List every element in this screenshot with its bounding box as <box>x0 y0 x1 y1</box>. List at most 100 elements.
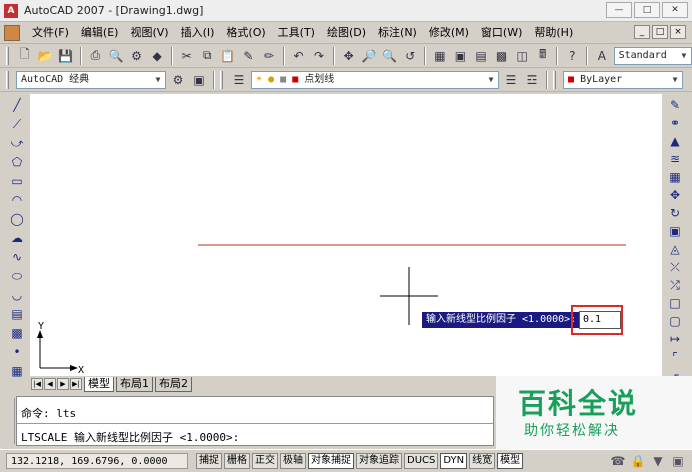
erase-icon[interactable]: ✎ <box>666 96 684 114</box>
layer-dropdown[interactable]: ☀ ● ■ ■ 点划线 ▼ <box>251 70 499 89</box>
help-icon[interactable]: ? <box>563 47 581 65</box>
text-style-icon[interactable]: A <box>593 47 611 65</box>
menu-format[interactable]: 格式(O) <box>220 23 271 43</box>
stretch-icon[interactable]: ◬ <box>666 240 684 258</box>
maximize-button[interactable]: □ <box>634 2 660 18</box>
plot-preview-icon[interactable]: 🔍 <box>107 47 125 65</box>
3d-dwf-icon[interactable]: ◆ <box>148 47 166 65</box>
make-layer-current-icon[interactable]: ☰ <box>502 71 520 89</box>
toolbar-grip[interactable] <box>220 70 223 89</box>
make-block-icon[interactable]: ▩ <box>8 324 26 342</box>
cut-icon[interactable]: ✂ <box>178 47 196 65</box>
point-icon[interactable]: • <box>8 343 26 361</box>
scale-icon[interactable]: ▣ <box>666 222 684 240</box>
trim-icon[interactable]: ⤫ <box>666 258 684 276</box>
menu-help[interactable]: 帮助(H) <box>528 23 579 43</box>
close-button[interactable]: ✕ <box>662 2 688 18</box>
insert-block-icon[interactable]: ▤ <box>8 305 26 323</box>
design-center-icon[interactable]: ▣ <box>452 47 470 65</box>
tab-model[interactable]: 模型 <box>84 376 114 392</box>
copy-icon[interactable]: ⧉ <box>198 47 216 65</box>
circle-icon[interactable]: ◯ <box>8 210 26 228</box>
clean-screen-icon[interactable]: ▣ <box>670 453 686 469</box>
join-icon[interactable]: ↦ <box>666 330 684 348</box>
calculator-icon[interactable]: 🖩 <box>534 47 552 65</box>
minimize-button[interactable]: — <box>606 2 632 18</box>
hatch-icon[interactable]: ▦ <box>8 362 26 380</box>
doc-restore-button[interactable]: □ <box>652 25 668 39</box>
plot-icon[interactable]: ⎙ <box>87 47 105 65</box>
ellipse-arc-icon[interactable]: ◡ <box>8 286 26 304</box>
array-icon[interactable]: ▦ <box>666 168 684 186</box>
command-window-grip[interactable] <box>3 398 15 444</box>
sheet-set-icon[interactable]: ▩ <box>493 47 511 65</box>
menu-file[interactable]: 文件(F) <box>26 23 75 43</box>
otrack-toggle[interactable]: 对象追踪 <box>356 453 402 469</box>
break-icon[interactable]: ▢ <box>666 312 684 330</box>
mirror-icon[interactable]: ▲ <box>666 132 684 150</box>
document-icon[interactable] <box>4 24 20 41</box>
menu-dimension[interactable]: 标注(N) <box>372 23 423 43</box>
first-tab-icon[interactable]: |◀ <box>31 378 43 390</box>
drawing-canvas[interactable]: Y X 输入新线型比例因子 <1.0000>: 0.1 <box>30 94 662 376</box>
color-dropdown[interactable]: ■ ByLayer ▼ <box>563 70 683 89</box>
revision-cloud-icon[interactable]: ☁ <box>8 229 26 247</box>
markup-icon[interactable]: ◫ <box>513 47 531 65</box>
snap-toggle[interactable]: 捕捉 <box>196 453 222 469</box>
polar-toggle[interactable]: 极轴 <box>280 453 306 469</box>
menu-insert[interactable]: 插入(I) <box>175 23 221 43</box>
polygon-icon[interactable]: ⬠ <box>8 153 26 171</box>
zoom-previous-icon[interactable]: ↺ <box>402 47 420 65</box>
last-tab-icon[interactable]: ▶| <box>70 378 82 390</box>
chamfer-icon[interactable]: ⌜ <box>666 348 684 366</box>
arc-icon[interactable]: ◠ <box>8 191 26 209</box>
toolbar-grip[interactable] <box>6 70 9 89</box>
osnap-toggle[interactable]: 对象捕捉 <box>308 453 354 469</box>
undo-icon[interactable]: ↶ <box>290 47 308 65</box>
ellipse-icon[interactable]: ⬭ <box>8 267 26 285</box>
menu-window[interactable]: 窗口(W) <box>475 23 528 43</box>
command-window[interactable]: 命令: lts LTSCALE 输入新线型比例因子 <1.0000>: <box>16 396 494 446</box>
block-editor-icon[interactable]: ✏ <box>260 47 278 65</box>
menu-edit[interactable]: 编辑(E) <box>75 23 125 43</box>
command-prompt-line[interactable]: LTSCALE 输入新线型比例因子 <1.0000>: <box>21 429 239 445</box>
ducs-toggle[interactable]: DUCS <box>404 453 439 469</box>
zoom-realtime-icon[interactable]: 🔎 <box>360 47 378 65</box>
ortho-toggle[interactable]: 正交 <box>252 453 278 469</box>
toolbar-grip[interactable] <box>6 46 9 65</box>
copy-object-icon[interactable]: ⚭ <box>666 114 684 132</box>
tab-layout2[interactable]: 布局2 <box>155 376 192 392</box>
lock-icon[interactable]: 🔒 <box>630 453 646 469</box>
new-file-icon[interactable]: 🗋 <box>16 47 34 65</box>
dyn-toggle[interactable]: DYN <box>440 453 468 469</box>
publish-icon[interactable]: ⚙ <box>128 47 146 65</box>
workspace-save-icon[interactable]: ▣ <box>190 71 208 89</box>
menu-tools[interactable]: 工具(T) <box>272 23 321 43</box>
extend-icon[interactable]: ⤮ <box>666 276 684 294</box>
coordinate-readout[interactable]: 132.1218, 169.6796, 0.0000 <box>6 453 188 469</box>
move-icon[interactable]: ✥ <box>666 186 684 204</box>
rectangle-icon[interactable]: ▭ <box>8 172 26 190</box>
offset-icon[interactable]: ≊ <box>666 150 684 168</box>
properties-icon[interactable]: ▦ <box>431 47 449 65</box>
workspace-dropdown[interactable]: AutoCAD 经典 ▼ <box>16 70 166 89</box>
redo-icon[interactable]: ↷ <box>310 47 328 65</box>
doc-minimize-button[interactable]: _ <box>634 25 650 39</box>
layer-previous-icon[interactable]: ☲ <box>523 71 541 89</box>
grid-toggle[interactable]: 栅格 <box>224 453 250 469</box>
tool-palettes-icon[interactable]: ▤ <box>472 47 490 65</box>
layer-manager-icon[interactable]: ☰ <box>230 71 248 89</box>
polyline-icon[interactable]: ⤻ <box>8 134 26 152</box>
match-properties-icon[interactable]: ✎ <box>240 47 258 65</box>
break-at-point-icon[interactable]: □ <box>666 294 684 312</box>
prev-tab-icon[interactable]: ◀ <box>44 378 56 390</box>
rotate-icon[interactable]: ↻ <box>666 204 684 222</box>
workspace-settings-icon[interactable]: ⚙ <box>169 71 187 89</box>
save-icon[interactable]: 💾 <box>57 47 75 65</box>
model-toggle[interactable]: 模型 <box>497 453 524 469</box>
text-style-dropdown[interactable]: Standard ▼ <box>613 46 692 65</box>
paste-icon[interactable]: 📋 <box>219 47 237 65</box>
tray-menu-icon[interactable]: ▼ <box>650 453 666 469</box>
open-file-icon[interactable]: 📂 <box>37 47 55 65</box>
menu-modify[interactable]: 修改(M) <box>423 23 475 43</box>
